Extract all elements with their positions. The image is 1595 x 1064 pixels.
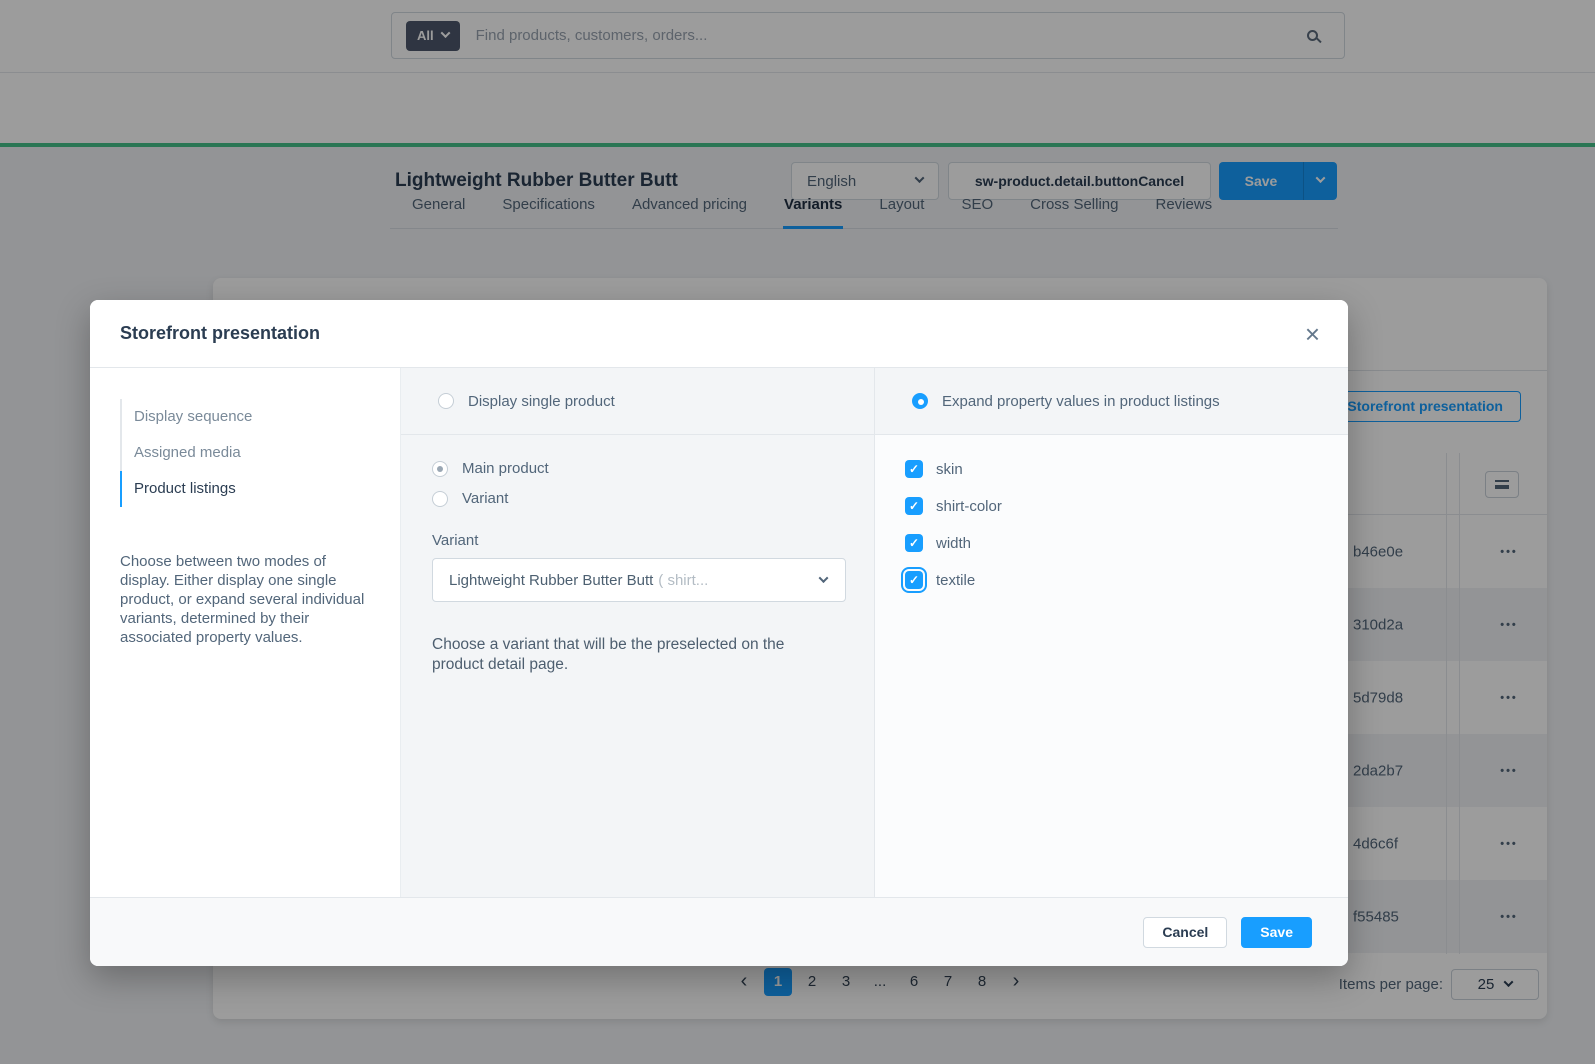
modal-footer: Cancel Save	[90, 897, 1348, 966]
variant-radio-label: Variant	[462, 490, 508, 507]
storefront-presentation-modal: Storefront presentation × Display sequen…	[90, 300, 1348, 966]
shirt-color-checkbox[interactable]: ✓	[905, 497, 923, 515]
main-product-option: Main product	[432, 460, 844, 477]
variant-helper-text: Choose a variant that will be the presel…	[432, 635, 832, 675]
variant-select[interactable]: Lightweight Rubber Butter Butt ( shirt..…	[432, 558, 846, 602]
variant-option: Variant	[432, 490, 844, 507]
single-product-column: Display single product Main product Vari…	[400, 368, 875, 897]
modal-body: Display sequence Assigned media Product …	[90, 368, 1348, 897]
variant-select-suffix: ( shirt...	[658, 572, 708, 589]
chevron-down-icon	[819, 573, 829, 583]
expand-properties-column: Expand property values in product listin…	[875, 368, 1348, 897]
property-option-skin: ✓ skin	[905, 460, 1348, 478]
expand-properties-radio[interactable]	[912, 393, 928, 409]
modal-save-button[interactable]: Save	[1241, 917, 1312, 948]
property-option-width: ✓ width	[905, 534, 1348, 552]
close-icon[interactable]: ×	[1305, 324, 1320, 344]
sidebar-item-product-listings[interactable]: Product listings	[120, 471, 370, 507]
check-icon: ✓	[909, 462, 919, 476]
display-single-product-radio[interactable]	[438, 393, 454, 409]
property-checkbox-list: ✓ skin ✓ shirt-color ✓ width ✓ textile	[875, 435, 1348, 608]
variant-radio[interactable]	[432, 491, 448, 507]
width-label: width	[936, 535, 971, 552]
variant-select-label: Variant	[432, 532, 844, 549]
sidebar-description: Choose between two modes of display. Eit…	[120, 552, 370, 647]
check-icon: ✓	[909, 536, 919, 550]
modal-cancel-button[interactable]: Cancel	[1143, 917, 1227, 948]
skin-checkbox[interactable]: ✓	[905, 460, 923, 478]
sidebar-item-display-sequence[interactable]: Display sequence	[120, 399, 370, 435]
variant-select-value: Lightweight Rubber Butter Butt	[449, 572, 653, 589]
expand-properties-option: Expand property values in product listin…	[875, 368, 1348, 435]
main-product-radio[interactable]	[432, 461, 448, 477]
expand-properties-label: Expand property values in product listin…	[942, 393, 1220, 410]
sidebar-item-assigned-media[interactable]: Assigned media	[120, 435, 370, 471]
modal-header: Storefront presentation ×	[90, 300, 1348, 368]
modal-title: Storefront presentation	[120, 323, 320, 344]
property-option-textile: ✓ textile	[905, 571, 1348, 589]
property-option-shirt-color: ✓ shirt-color	[905, 497, 1348, 515]
skin-label: skin	[936, 461, 963, 478]
display-single-product-label: Display single product	[468, 393, 615, 410]
modal-sidebar-nav: Display sequence Assigned media Product …	[120, 399, 370, 507]
main-product-label: Main product	[462, 460, 549, 477]
check-icon: ✓	[909, 573, 919, 587]
single-product-settings: Main product Variant Variant Lightweight…	[401, 435, 874, 675]
display-single-product-option: Display single product	[401, 368, 874, 435]
check-icon: ✓	[909, 499, 919, 513]
width-checkbox[interactable]: ✓	[905, 534, 923, 552]
shirt-color-label: shirt-color	[936, 498, 1002, 515]
modal-sidebar: Display sequence Assigned media Product …	[90, 368, 400, 897]
textile-checkbox[interactable]: ✓	[905, 571, 923, 589]
textile-label: textile	[936, 572, 975, 589]
